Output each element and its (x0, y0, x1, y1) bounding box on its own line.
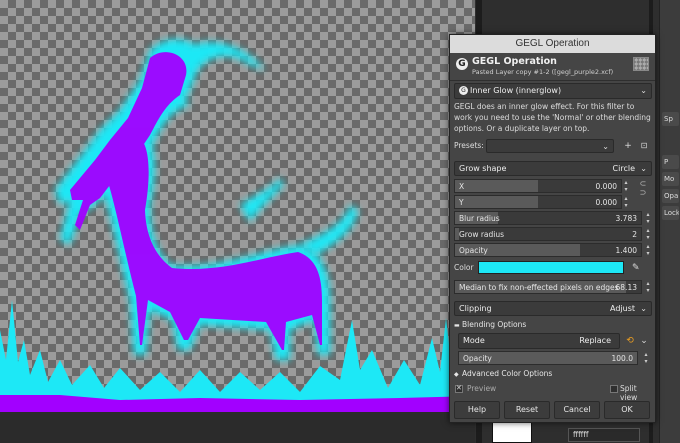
opacity-value: 1.400 (615, 246, 637, 255)
canvas-statusbar (0, 412, 475, 443)
presets-row: Presets: ⌄ + ⊡ (454, 139, 652, 153)
mode-value: Replace (579, 336, 611, 345)
reset-button[interactable]: Reset (504, 401, 550, 419)
y-stepper-icon[interactable]: ▴ ▾ (622, 195, 630, 209)
color-label: Color (454, 263, 474, 272)
mode-select[interactable]: Mode Replace (458, 333, 620, 349)
chain-link-icon[interactable]: ⊂ ⊃ (639, 179, 647, 207)
clipping-value: Adjust (609, 304, 635, 313)
dock-tab-lock[interactable]: Lock (662, 206, 679, 220)
x-fill (455, 180, 538, 192)
header-title: GEGL Operation (472, 56, 557, 67)
blend-opacity-stepper-icon[interactable]: ▴ ▾ (642, 351, 650, 365)
presets-select[interactable]: ⌄ (486, 139, 614, 153)
opacity-spinscale[interactable]: Opacity 1.400 (454, 243, 642, 257)
dock-tab-mo[interactable]: Mo (662, 172, 679, 186)
gegl-operation-dialog: GEGL Operation G GEGL Operation Pasted L… (449, 34, 656, 423)
collapse-icon: ▬ (454, 322, 460, 329)
chevron-down-icon: ⌄ (640, 304, 647, 313)
gegl-icon: G (456, 58, 468, 70)
median-label: Median to fix non-effected pixels on edg… (459, 283, 619, 292)
y-spinscale[interactable]: Y 0.000 (454, 195, 622, 209)
chevron-down-icon: ⌄ (602, 142, 609, 151)
preview-checkbox[interactable] (455, 384, 463, 393)
cancel-button[interactable]: Cancel (554, 401, 600, 419)
median-stepper-icon[interactable]: ▴ ▾ (644, 280, 652, 294)
y-label: Y (459, 198, 464, 207)
opacity-stepper-icon[interactable]: ▴ ▾ (644, 243, 652, 257)
advanced-color-label: Advanced Color Options (462, 369, 553, 378)
image-canvas[interactable] (0, 0, 475, 412)
hex-color-field[interactable]: ffffff (568, 428, 640, 442)
preset-menu-icon[interactable]: ⊡ (638, 140, 650, 152)
y-fill (455, 196, 538, 208)
filter-select[interactable]: G Inner Glow (innerglow) ⌄ (454, 83, 652, 99)
goat-artwork (0, 39, 475, 412)
presets-label: Presets: (454, 141, 484, 150)
blend-opacity-spinscale[interactable]: Opacity 100.0 (458, 351, 638, 365)
split-view-checkbox[interactable] (610, 385, 618, 393)
chevron-down-icon: ⌄ (640, 86, 647, 95)
median-value: 68.13 (615, 283, 637, 292)
dock-panel-strip: Sp P Mo Opa Lock (659, 0, 680, 443)
x-spinscale[interactable]: X 0.000 (454, 179, 622, 193)
chevron-down-icon[interactable]: ⌄ (638, 335, 650, 347)
grow-shape-value: Circle (612, 164, 635, 173)
chevron-down-icon: ⌄ (640, 164, 647, 173)
blur-radius-spinscale[interactable]: Blur radius 3.783 (454, 211, 642, 225)
preview-label: Preview (467, 384, 497, 393)
blend-opacity-label: Opacity (463, 354, 492, 363)
blend-opacity-value: 100.0 (611, 354, 633, 363)
add-preset-icon[interactable]: + (622, 140, 634, 152)
divider (450, 80, 655, 81)
grow-radius-stepper-icon[interactable]: ▴ ▾ (644, 227, 652, 241)
clipping-select[interactable]: Clipping Adjust ⌄ (454, 301, 652, 316)
dock-tab-opa[interactable]: Opa (662, 189, 679, 203)
blur-radius-stepper-icon[interactable]: ▴ ▾ (644, 211, 652, 225)
y-value: 0.000 (595, 198, 617, 207)
filter-select-label: Inner Glow (innerglow) (470, 86, 562, 95)
clipping-label: Clipping (459, 304, 492, 313)
eyedropper-icon[interactable]: ✎ (632, 263, 642, 273)
grow-shape-label: Grow shape (459, 164, 507, 173)
x-value: 0.000 (595, 182, 617, 191)
help-button[interactable]: Help (454, 401, 500, 419)
expand-icon: ◆ (454, 371, 459, 378)
blur-radius-value: 3.783 (615, 214, 637, 223)
grow-radius-label: Grow radius (459, 230, 505, 239)
gegl-small-icon: G (459, 86, 468, 95)
filter-description: GEGL does an inner glow effect. For this… (454, 102, 651, 133)
layer-thumbnail (633, 57, 649, 71)
advanced-color-expander[interactable]: ◆ Advanced Color Options (454, 369, 552, 378)
dialog-titlebar[interactable]: GEGL Operation (450, 35, 655, 53)
header-subtitle: Pasted Layer copy #1-2 ([gegl_purple2.xc… (472, 68, 614, 76)
dock-tab-p[interactable]: P (662, 155, 679, 169)
dialog-header: G GEGL Operation Pasted Layer copy #1-2 … (454, 55, 653, 77)
mode-label: Mode (463, 336, 485, 345)
blending-options-expander[interactable]: ▬ Blending Options (454, 320, 526, 329)
blur-radius-label: Blur radius (459, 214, 500, 223)
x-stepper-icon[interactable]: ▴ ▾ (622, 179, 630, 193)
ok-button[interactable]: OK (604, 401, 650, 419)
grow-radius-spinscale[interactable]: Grow radius 2 (454, 227, 642, 241)
reset-mode-icon[interactable]: ⟲ (624, 335, 636, 347)
grow-radius-value: 2 (632, 230, 637, 239)
x-label: X (459, 182, 465, 191)
grow-shape-select[interactable]: Grow shape Circle ⌄ (454, 161, 652, 176)
opacity-label: Opacity (459, 246, 488, 255)
dock-tab-sp[interactable]: Sp (662, 112, 679, 126)
glow-color-button[interactable] (478, 261, 624, 274)
split-view-label: Split view (620, 384, 638, 402)
blending-options-label: Blending Options (462, 320, 527, 329)
median-spinscale[interactable]: Median to fix non-effected pixels on edg… (454, 280, 642, 294)
